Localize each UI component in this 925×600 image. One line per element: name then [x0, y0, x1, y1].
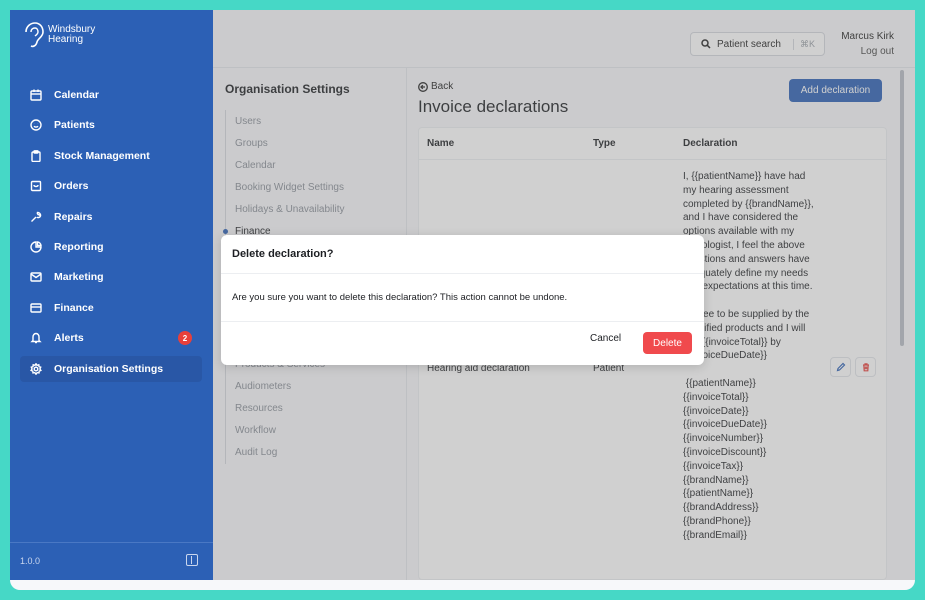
alerts-count-badge: 2 [178, 331, 192, 346]
sidebar-item-patients[interactable]: Patients [20, 112, 202, 138]
box-icon [30, 180, 42, 192]
sidebar-item-repairs[interactable]: Repairs [20, 204, 202, 230]
brand-logo: Windsbury Hearing [22, 22, 95, 48]
gear-icon [30, 362, 42, 375]
sidebar-item-organisation-settings[interactable]: Organisation Settings [20, 355, 202, 382]
app-version: 1.0.0 [20, 556, 41, 566]
sidebar-item-stock-management[interactable]: Stock Management [20, 143, 202, 169]
sidebar-item-label: Orders [54, 180, 89, 193]
sidebar-item-alerts[interactable]: Alerts 2 [20, 325, 202, 351]
sidebar-item-label: Calendar [54, 89, 99, 101]
mail-icon [30, 271, 42, 283]
sidebar-item-label: Alerts [54, 332, 84, 345]
dialog-divider [221, 321, 704, 322]
dialog-divider [221, 273, 704, 274]
sidebar-item-reporting[interactable]: Reporting [20, 234, 202, 260]
collapse-sidebar-icon[interactable] [186, 554, 198, 566]
dialog-title: Delete declaration? [232, 248, 334, 260]
ear-logo-icon [25, 22, 44, 48]
sidebar-item-label: Repairs [54, 210, 93, 223]
sidebar-item-label: Finance [54, 301, 94, 314]
delete-declaration-dialog: Delete declaration? Are you sure you wan… [221, 235, 704, 365]
sidebar-nav: Calendar Patients Stock Management Order… [20, 82, 202, 386]
pie-chart-icon [30, 241, 42, 253]
credit-card-icon [30, 302, 42, 314]
sidebar-item-label: Marketing [54, 271, 104, 284]
sidebar-item-orders[interactable]: Orders [20, 173, 202, 199]
sidebar-item-label: Reporting [54, 240, 104, 253]
dialog-message: Are you sure you want to delete this dec… [232, 292, 568, 303]
calendar-icon [30, 89, 42, 101]
sidebar-footer: 1.0.0 [10, 542, 213, 580]
bell-icon [30, 332, 42, 344]
wrench-icon [30, 211, 42, 223]
sidebar-item-label: Stock Management [54, 149, 150, 162]
brand-name-line2: Hearing [48, 34, 84, 45]
sidebar-item-label: Patients [54, 119, 95, 132]
smiley-icon [30, 119, 42, 132]
cancel-button[interactable]: Cancel [590, 333, 621, 344]
clipboard-icon [30, 149, 42, 162]
sidebar-item-marketing[interactable]: Marketing [20, 264, 202, 290]
sidebar-item-finance[interactable]: Finance [20, 295, 202, 321]
sidebar-item-calendar[interactable]: Calendar [20, 82, 202, 108]
sidebar-item-label: Organisation Settings [54, 362, 164, 375]
confirm-delete-button[interactable]: Delete [643, 332, 692, 354]
sidebar: Windsbury Hearing Calendar Patients Stoc… [10, 10, 213, 580]
